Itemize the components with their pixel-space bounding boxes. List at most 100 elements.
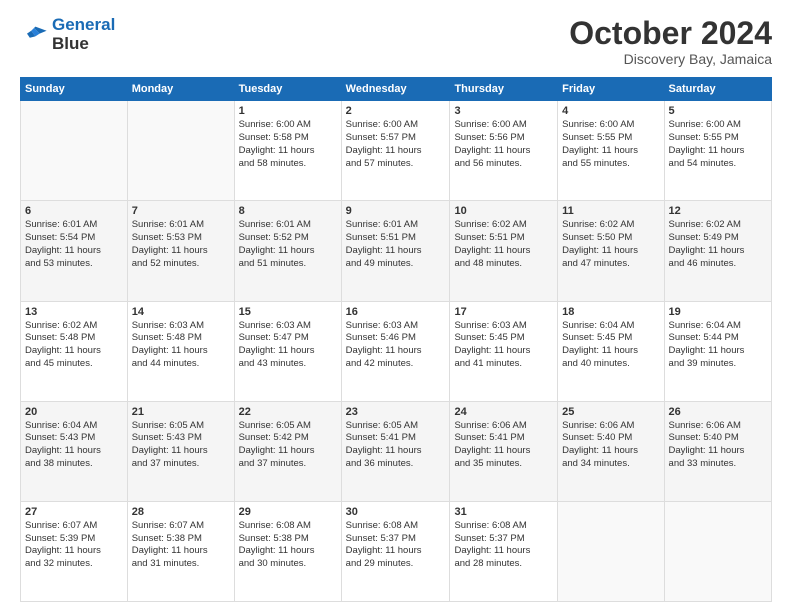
calendar-cell: 13 Sunrise: 6:02 AM Sunset: 5:48 PM Dayli… [21, 301, 128, 401]
day-number: 10 [454, 205, 553, 217]
calendar-cell [127, 101, 234, 201]
calendar-cell: 3Sunrise: 6:00 AM Sunset: 5:56 PM Daylig… [450, 101, 558, 201]
day-number: 12 [669, 205, 767, 217]
calendar-cell: 9Sunrise: 6:01 AM Sunset: 5:51 PM Daylig… [341, 201, 450, 301]
calendar-cell: 8 Sunrise: 6:01 AM Sunset: 5:52 PM Daylig… [234, 201, 341, 301]
day-info: Sunrise: 6:06 AM Sunset: 5:40 PM Dayligh… [669, 420, 767, 471]
day-number: 5 [669, 105, 767, 117]
day-number: 27 [25, 506, 123, 518]
day-info: Sunrise: 6:08 AM Sunset: 5:37 PM Dayligh… [454, 520, 553, 571]
calendar-week-row: 6 Sunrise: 6:01 AM Sunset: 5:54 PM Daylig… [21, 201, 772, 301]
location: Discovery Bay, Jamaica [569, 51, 772, 67]
weekday-header: Monday [127, 78, 234, 101]
day-number: 19 [669, 306, 767, 318]
day-info: Sunrise: 6:00 AM Sunset: 5:55 PM Dayligh… [562, 119, 659, 170]
day-number: 9 [346, 205, 446, 217]
calendar-cell: 20 Sunrise: 6:04 AM Sunset: 5:43 PM Dayli… [21, 401, 128, 501]
calendar-cell: 5Sunrise: 6:00 AM Sunset: 5:55 PM Daylig… [664, 101, 771, 201]
calendar-cell: 21 Sunrise: 6:05 AM Sunset: 5:43 PM Dayli… [127, 401, 234, 501]
weekday-header: Thursday [450, 78, 558, 101]
day-number: 15 [239, 306, 337, 318]
day-info: Sunrise: 6:04 AM Sunset: 5:45 PM Dayligh… [562, 320, 659, 371]
calendar-cell: 28 Sunrise: 6:07 AM Sunset: 5:38 PM Dayli… [127, 501, 234, 601]
calendar-cell: 14 Sunrise: 6:03 AM Sunset: 5:48 PM Dayli… [127, 301, 234, 401]
calendar-cell: 19 Sunrise: 6:04 AM Sunset: 5:44 PM Dayli… [664, 301, 771, 401]
calendar-cell: 11 Sunrise: 6:02 AM Sunset: 5:50 PM Dayli… [558, 201, 664, 301]
month-title: October 2024 [569, 16, 772, 51]
calendar-cell: 16 Sunrise: 6:03 AM Sunset: 5:46 PM Dayli… [341, 301, 450, 401]
day-info: Sunrise: 6:03 AM Sunset: 5:46 PM Dayligh… [346, 320, 446, 371]
day-info: Sunrise: 6:06 AM Sunset: 5:41 PM Dayligh… [454, 420, 553, 471]
logo-text: General Blue [52, 16, 115, 53]
day-number: 17 [454, 306, 553, 318]
day-number: 18 [562, 306, 659, 318]
day-number: 28 [132, 506, 230, 518]
calendar-week-row: 13 Sunrise: 6:02 AM Sunset: 5:48 PM Dayli… [21, 301, 772, 401]
logo: General Blue [20, 16, 115, 53]
day-info: Sunrise: 6:07 AM Sunset: 5:39 PM Dayligh… [25, 520, 123, 571]
day-info: Sunrise: 6:02 AM Sunset: 5:48 PM Dayligh… [25, 320, 123, 371]
calendar-cell: 4Sunrise: 6:00 AM Sunset: 5:55 PM Daylig… [558, 101, 664, 201]
day-number: 2 [346, 105, 446, 117]
weekday-header: Sunday [21, 78, 128, 101]
day-info: Sunrise: 6:00 AM Sunset: 5:57 PM Dayligh… [346, 119, 446, 170]
calendar-week-row: 1 Sunrise: 6:00 AM Sunset: 5:58 PM Daylig… [21, 101, 772, 201]
day-info: Sunrise: 6:04 AM Sunset: 5:43 PM Dayligh… [25, 420, 123, 471]
weekday-header: Tuesday [234, 78, 341, 101]
day-number: 24 [454, 406, 553, 418]
calendar-cell: 29 Sunrise: 6:08 AM Sunset: 5:38 PM Dayli… [234, 501, 341, 601]
calendar-cell: 1 Sunrise: 6:00 AM Sunset: 5:58 PM Daylig… [234, 101, 341, 201]
calendar-cell: 25 Sunrise: 6:06 AM Sunset: 5:40 PM Dayli… [558, 401, 664, 501]
title-block: October 2024 Discovery Bay, Jamaica [569, 16, 772, 67]
day-info: Sunrise: 6:04 AM Sunset: 5:44 PM Dayligh… [669, 320, 767, 371]
day-number: 30 [346, 506, 446, 518]
calendar-cell [21, 101, 128, 201]
calendar-cell: 22Sunrise: 6:05 AM Sunset: 5:42 PM Dayli… [234, 401, 341, 501]
weekday-header: Wednesday [341, 78, 450, 101]
day-info: Sunrise: 6:00 AM Sunset: 5:58 PM Dayligh… [239, 119, 337, 170]
calendar-cell: 26 Sunrise: 6:06 AM Sunset: 5:40 PM Dayli… [664, 401, 771, 501]
calendar-cell [558, 501, 664, 601]
day-info: Sunrise: 6:05 AM Sunset: 5:42 PM Dayligh… [239, 420, 337, 471]
day-number: 16 [346, 306, 446, 318]
day-number: 31 [454, 506, 553, 518]
day-number: 25 [562, 406, 659, 418]
day-info: Sunrise: 6:03 AM Sunset: 5:47 PM Dayligh… [239, 320, 337, 371]
calendar-cell: 31 Sunrise: 6:08 AM Sunset: 5:37 PM Dayli… [450, 501, 558, 601]
day-info: Sunrise: 6:01 AM Sunset: 5:52 PM Dayligh… [239, 219, 337, 270]
day-number: 13 [25, 306, 123, 318]
calendar-cell: 30 Sunrise: 6:08 AM Sunset: 5:37 PM Dayli… [341, 501, 450, 601]
day-info: Sunrise: 6:05 AM Sunset: 5:43 PM Dayligh… [132, 420, 230, 471]
day-info: Sunrise: 6:01 AM Sunset: 5:54 PM Dayligh… [25, 219, 123, 270]
day-number: 11 [562, 205, 659, 217]
weekday-header: Saturday [664, 78, 771, 101]
calendar-week-row: 20 Sunrise: 6:04 AM Sunset: 5:43 PM Dayli… [21, 401, 772, 501]
day-info: Sunrise: 6:03 AM Sunset: 5:45 PM Dayligh… [454, 320, 553, 371]
day-info: Sunrise: 6:06 AM Sunset: 5:40 PM Dayligh… [562, 420, 659, 471]
day-info: Sunrise: 6:08 AM Sunset: 5:37 PM Dayligh… [346, 520, 446, 571]
day-info: Sunrise: 6:03 AM Sunset: 5:48 PM Dayligh… [132, 320, 230, 371]
day-info: Sunrise: 6:08 AM Sunset: 5:38 PM Dayligh… [239, 520, 337, 571]
day-number: 6 [25, 205, 123, 217]
day-number: 14 [132, 306, 230, 318]
calendar-cell: 24 Sunrise: 6:06 AM Sunset: 5:41 PM Dayli… [450, 401, 558, 501]
calendar-cell: 15 Sunrise: 6:03 AM Sunset: 5:47 PM Dayli… [234, 301, 341, 401]
day-number: 1 [239, 105, 337, 117]
day-number: 26 [669, 406, 767, 418]
day-info: Sunrise: 6:02 AM Sunset: 5:50 PM Dayligh… [562, 219, 659, 270]
day-number: 8 [239, 205, 337, 217]
calendar-cell: 7Sunrise: 6:01 AM Sunset: 5:53 PM Daylig… [127, 201, 234, 301]
calendar-week-row: 27 Sunrise: 6:07 AM Sunset: 5:39 PM Dayli… [21, 501, 772, 601]
calendar-cell: 2 Sunrise: 6:00 AM Sunset: 5:57 PM Daylig… [341, 101, 450, 201]
calendar-cell: 23Sunrise: 6:05 AM Sunset: 5:41 PM Dayli… [341, 401, 450, 501]
calendar-cell: 6 Sunrise: 6:01 AM Sunset: 5:54 PM Daylig… [21, 201, 128, 301]
weekday-header: Friday [558, 78, 664, 101]
calendar-cell: 12Sunrise: 6:02 AM Sunset: 5:49 PM Dayli… [664, 201, 771, 301]
day-number: 20 [25, 406, 123, 418]
day-number: 29 [239, 506, 337, 518]
calendar-header-row: SundayMondayTuesdayWednesdayThursdayFrid… [21, 78, 772, 101]
day-info: Sunrise: 6:02 AM Sunset: 5:51 PM Dayligh… [454, 219, 553, 270]
day-info: Sunrise: 6:07 AM Sunset: 5:38 PM Dayligh… [132, 520, 230, 571]
calendar-cell: 27 Sunrise: 6:07 AM Sunset: 5:39 PM Dayli… [21, 501, 128, 601]
day-number: 21 [132, 406, 230, 418]
